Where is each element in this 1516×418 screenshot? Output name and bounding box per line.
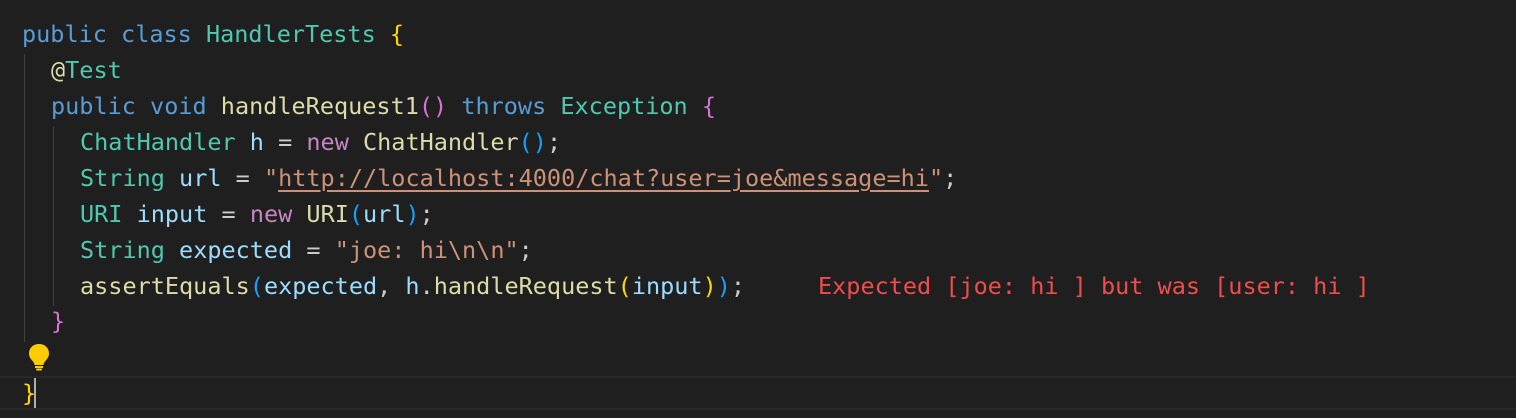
code-token: ): [405, 200, 420, 228]
code-token: "joe: hi\n\n": [334, 236, 519, 264]
code-token: url: [363, 200, 406, 228]
code-token: (: [249, 272, 264, 300]
code-token: Test: [65, 56, 122, 84]
code-token: new: [306, 128, 349, 156]
code-token: ChatHandler: [363, 128, 519, 156]
current-line-highlight: [0, 376, 1516, 410]
code-editor[interactable]: public class HandlerTests { @Test public…: [0, 0, 1516, 418]
code-token: http://localhost:4000/chat?user=joe&mess…: [278, 164, 929, 192]
code-token: ,: [377, 272, 406, 300]
code-token: ": [928, 164, 944, 192]
code-token: =: [207, 200, 250, 228]
code-token: h: [405, 272, 420, 300]
code-token: void: [150, 92, 207, 120]
code-token: expected: [179, 236, 293, 264]
code-token: public: [51, 92, 136, 120]
code-token: =: [221, 164, 264, 192]
code-token: String: [80, 236, 165, 264]
code-token: =: [292, 236, 335, 264]
code-line-9[interactable]: }: [51, 303, 65, 339]
code-token: ": [263, 164, 279, 192]
code-token: }: [51, 307, 66, 335]
code-line-1[interactable]: public class HandlerTests {: [22, 16, 404, 52]
code-token: h: [249, 128, 264, 156]
code-token: {: [701, 92, 717, 120]
code-token: (: [348, 200, 364, 228]
code-token: @: [51, 56, 66, 84]
code-line-5[interactable]: String url = "http://localhost:4000/chat…: [80, 160, 957, 196]
code-token: ;: [518, 236, 533, 264]
code-token: Exception: [560, 92, 688, 120]
inline-error-message: Expected [joe: hi ] but was [user: hi ]: [818, 272, 1370, 300]
code-token: url: [179, 164, 222, 192]
code-line-7[interactable]: String expected = "joe: hi\n\n";: [80, 232, 533, 268]
lightbulb-icon[interactable]: [28, 343, 50, 371]
indent-guide-2: [53, 126, 54, 306]
code-token: {: [389, 20, 405, 48]
code-token: ): [702, 272, 717, 300]
code-line-8[interactable]: assertEquals(expected, h.handleRequest(i…: [80, 268, 745, 304]
code-token: expected: [263, 272, 378, 300]
code-token: ChatHandler: [80, 128, 236, 156]
code-token: ;: [419, 200, 434, 228]
code-token: HandlerTests: [205, 20, 376, 48]
code-token: ;: [943, 164, 958, 192]
code-token: ;: [546, 128, 562, 156]
code-line-4[interactable]: ChatHandler h = new ChatHandler();: [80, 124, 561, 160]
code-token: new: [249, 200, 293, 228]
code-token: class: [121, 20, 192, 48]
code-token: input: [136, 200, 208, 228]
code-token: assertEquals: [80, 272, 250, 300]
code-token: .: [419, 272, 434, 300]
code-token: (): [518, 128, 547, 156]
code-token: URI: [306, 200, 349, 228]
code-token: (): [418, 92, 448, 120]
text-cursor: [34, 378, 36, 408]
code-token: String: [80, 164, 165, 192]
code-token: ): [716, 272, 731, 300]
code-line-6[interactable]: URI input = new URI(url);: [80, 196, 434, 232]
code-token: handleRequest1: [220, 92, 419, 120]
code-token: (: [617, 272, 632, 300]
code-token: handleRequest: [433, 272, 618, 300]
code-token: public: [22, 20, 107, 48]
indent-guide-1: [24, 54, 25, 342]
code-token: input: [631, 272, 703, 300]
code-line-3[interactable]: public void handleRequest1() throws Exce…: [51, 88, 716, 124]
code-line-2[interactable]: @Test: [51, 52, 122, 88]
code-token: URI: [80, 200, 123, 228]
code-token: ;: [730, 272, 746, 300]
code-token: throws: [461, 92, 547, 120]
code-token: =: [263, 128, 307, 156]
